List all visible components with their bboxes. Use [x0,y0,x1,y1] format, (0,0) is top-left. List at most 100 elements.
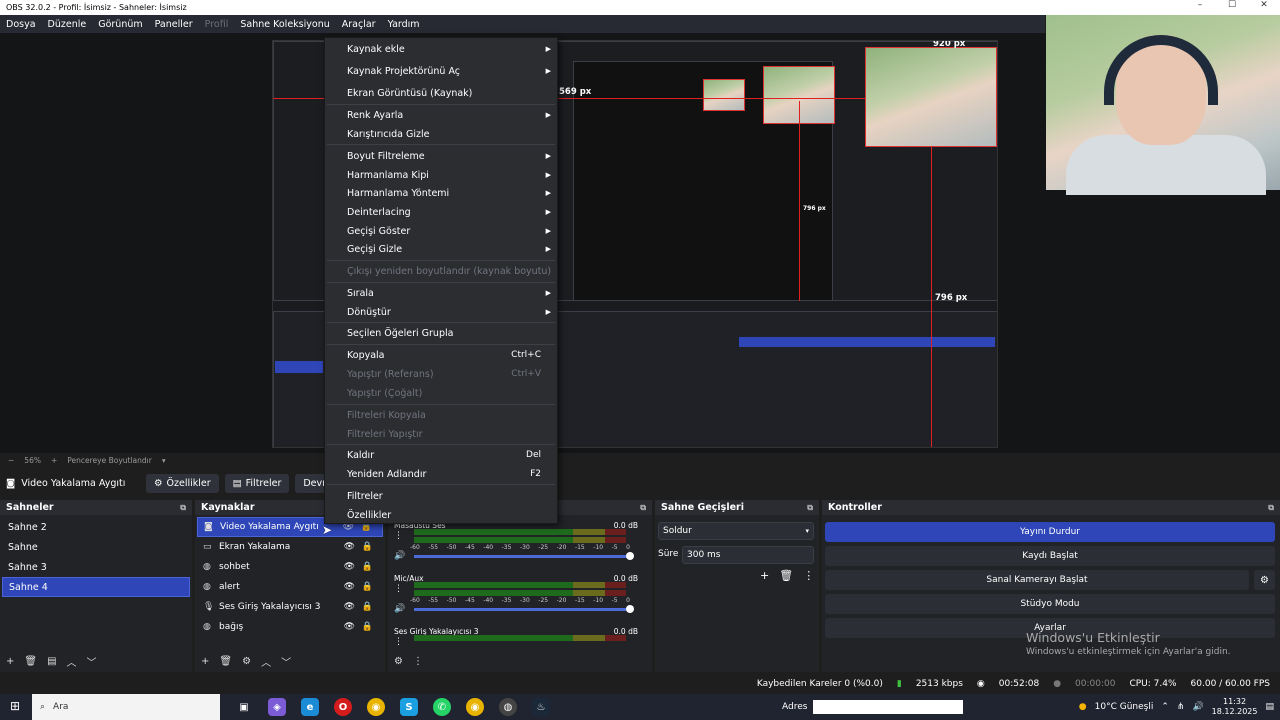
menu-item-show-transition[interactable]: Geçişi Göster ▶ [325,222,557,240]
more-icon[interactable]: ⋮ [394,637,403,647]
source-item[interactable]: ◍ sohbet 👁 🔒 [197,557,383,577]
volume-slider-handle[interactable] [626,605,634,613]
lock-icon[interactable]: 🔒 [362,562,373,572]
menu-item-properties[interactable]: Özellikler [325,506,557,524]
notification-icon[interactable]: ▤ [1265,702,1274,712]
scene-item-selected[interactable]: Sahne 4 [2,577,190,597]
dock-popout-icon[interactable]: ⧉ [1268,503,1274,513]
menu-item-hide-in-mixer[interactable]: Karıştırıcıda Gizle [325,125,557,143]
speaker-icon[interactable]: 🔊 [394,604,405,614]
lock-icon[interactable]: 🔒 [362,582,373,592]
filters-button[interactable]: ▤ Filtreler [224,473,290,493]
taskbar-search[interactable]: ⌕ Ara [32,694,220,720]
dock-popout-icon[interactable]: ⧉ [640,503,646,513]
add-icon[interactable]: + [6,656,14,667]
tray-chevron-icon[interactable]: ⌃ [1161,702,1169,712]
menu-item-blending-method[interactable]: Harmanlama Yöntemi ▶ [325,184,557,202]
volume-slider[interactable] [414,555,628,558]
filter-icon[interactable]: ▤ [47,656,56,667]
opera-icon[interactable]: O [334,698,352,716]
menu-item-scale-filtering[interactable]: Boyut Filtreleme ▶ [325,147,557,165]
duration-input[interactable]: 300 ms [682,546,814,564]
menu-item-copy[interactable]: Kopyala Ctrl+C [325,346,557,364]
chrome-icon[interactable]: ◉ [367,698,385,716]
source-item[interactable]: 🎙 Ses Giriş Yakalayıcısı 3 👁 🔒 [197,597,383,617]
trash-icon[interactable]: 🗑 [779,569,793,582]
trash-icon[interactable]: 🗑 [24,656,37,667]
menu-profile[interactable]: Profil [199,19,235,30]
zoom-out-icon[interactable]: − [8,456,14,465]
address-input[interactable] [813,700,964,714]
more-icon[interactable]: ⋮ [803,569,814,582]
source-item[interactable]: ◍ bağış 👁 🔒 [197,617,383,637]
menu-help[interactable]: Yardım [382,19,426,30]
menu-file[interactable]: Dosya [0,19,42,30]
copilot-icon[interactable]: ◈ [268,698,286,716]
dock-popout-icon[interactable]: ⧉ [807,503,813,513]
edge-icon[interactable]: e [301,698,319,716]
eye-icon[interactable]: 👁 [344,542,355,552]
task-view-icon[interactable]: ▣ [235,698,253,716]
add-icon[interactable]: + [201,656,209,667]
arrow-up-icon[interactable]: ︿ [67,654,77,669]
source-item[interactable]: ◍ alert 👁 🔒 [197,577,383,597]
lock-icon[interactable]: 🔒 [362,622,373,632]
maximize-button[interactable]: ☐ [1216,0,1248,10]
steam-icon[interactable]: ♨ [532,698,550,716]
menu-item-deinterlacing[interactable]: Deinterlacing ▶ [325,203,557,221]
scene-item[interactable]: Sahne [2,537,190,557]
clock[interactable]: 11:32 18.12.2025 [1212,697,1258,717]
menu-item-open-source-projector[interactable]: Kaynak Projektörünü Aç ▶ [325,62,557,80]
stop-stream-button[interactable]: Yayını Durdur [825,522,1275,542]
arrow-up-icon[interactable]: ︿ [261,654,271,669]
properties-button[interactable]: ⚙ Özellikler [146,473,219,493]
speaker-icon[interactable]: 🔊 [1192,702,1203,712]
whatsapp-icon[interactable]: ✆ [433,698,451,716]
menu-item-add-source[interactable]: Kaynak ekle ▶ [325,40,557,58]
menu-item-hide-transition[interactable]: Geçişi Gizle ▶ [325,240,557,258]
studio-mode-button[interactable]: Stüdyo Modu [825,594,1275,614]
menu-item-order[interactable]: Sırala ▶ [325,284,557,302]
menu-item-filters[interactable]: Filtreler [325,487,557,505]
gear-icon[interactable]: ⚙ [394,656,403,667]
menu-docks[interactable]: Paneller [149,19,199,30]
eye-icon[interactable]: 👁 [344,622,355,632]
menu-item-remove[interactable]: Kaldır Del [325,446,557,464]
dock-popout-icon[interactable]: ⧉ [180,503,186,513]
zoom-mode[interactable]: Pencereye Boyutlandır [67,456,152,465]
chrome-icon[interactable]: ◉ [466,698,484,716]
more-icon[interactable]: ⋮ [413,656,423,667]
minimize-button[interactable]: – [1184,0,1216,10]
close-button[interactable]: ✕ [1248,0,1280,10]
menu-item-group-selected[interactable]: Seçilen Öğeleri Grupla [325,324,557,342]
chevron-down-icon[interactable]: ▾ [162,456,166,465]
windows-start-icon[interactable]: ⊞ [10,699,20,713]
trash-icon[interactable]: 🗑 [219,656,232,667]
gear-icon[interactable]: ⚙ [242,656,251,667]
lock-icon[interactable]: 🔒 [362,602,373,612]
eye-icon[interactable]: 👁 [344,602,355,612]
speaker-icon[interactable]: 🔊 [394,551,405,561]
menu-item-color[interactable]: Renk Ayarla ▶ [325,106,557,124]
skype-icon[interactable]: S [400,698,418,716]
virtual-camera-settings-gear-icon[interactable]: ⚙ [1254,570,1275,590]
eye-icon[interactable]: 👁 [344,582,355,592]
zoom-in-icon[interactable]: + [51,456,57,465]
add-icon[interactable]: + [760,569,769,582]
menu-item-blending-mode[interactable]: Harmanlama Kipi ▶ [325,166,557,184]
source-item[interactable]: ▭ Ekran Yakalama 👁 🔒 [197,537,383,557]
arrow-down-icon[interactable]: ﹀ [87,654,97,669]
start-virtual-camera-button[interactable]: Sanal Kamerayı Başlat [825,570,1249,590]
transition-select[interactable]: Soldur ▾ [658,522,814,540]
lock-icon[interactable]: 🔒 [362,542,373,552]
scene-item[interactable]: Sahne 2 [2,517,190,537]
volume-slider-handle[interactable] [626,552,634,560]
menu-scene-collection[interactable]: Sahne Koleksiyonu [234,19,335,30]
more-icon[interactable]: ⋮ [394,584,403,594]
obs-icon[interactable]: ◍ [499,698,517,716]
network-icon[interactable]: ⋔ [1177,702,1185,712]
more-icon[interactable]: ⋮ [394,531,403,541]
scene-item[interactable]: Sahne 3 [2,557,190,577]
menu-item-screenshot-source[interactable]: Ekran Görüntüsü (Kaynak) [325,84,557,102]
volume-slider[interactable] [414,608,628,611]
